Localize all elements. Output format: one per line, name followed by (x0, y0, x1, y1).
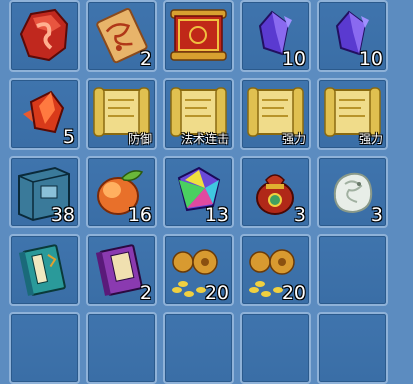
inventory-slot[interactable]: 5 (9, 78, 80, 150)
inventory-slot[interactable]: 2 (86, 0, 157, 72)
inventory-slot-empty[interactable] (240, 312, 311, 384)
item-count: 2 (139, 282, 152, 304)
inventory-slot[interactable] (163, 0, 234, 72)
inventory-slot[interactable]: 2 (86, 234, 157, 306)
inventory-slot[interactable]: 10 (240, 0, 311, 72)
item-count: 3 (293, 204, 306, 226)
item-count: 5 (62, 126, 75, 148)
item-count: 13 (204, 204, 229, 226)
item-count: 2 (139, 48, 152, 70)
inventory-slot[interactable]: 法术连击 (163, 78, 234, 150)
inventory-slot[interactable]: 20 (240, 234, 311, 306)
inventory-slot[interactable]: 强力 (240, 78, 311, 150)
item-count: 20 (204, 282, 229, 304)
inventory-slot-empty[interactable] (317, 234, 388, 306)
inventory-slot-empty[interactable] (163, 312, 234, 384)
item-tag: 强力 (281, 132, 306, 146)
golden-scroll-icon (170, 9, 227, 61)
inventory-slot[interactable] (9, 234, 80, 306)
item-tag: 强力 (358, 132, 383, 146)
item-count: 38 (50, 204, 75, 226)
inventory-slot[interactable]: 3 (240, 156, 311, 228)
item-count: 10 (281, 48, 306, 70)
inventory-slot-empty[interactable] (9, 312, 80, 384)
red-stone-icon (19, 8, 69, 62)
inventory-slot[interactable]: 13 (163, 156, 234, 228)
item-count: 10 (358, 48, 383, 70)
inventory-slot[interactable]: 强力 (317, 78, 388, 150)
inventory-slot[interactable]: 3 (317, 156, 388, 228)
inventory-slot[interactable]: 防御 (86, 78, 157, 150)
green-book-icon (18, 244, 66, 296)
inventory-slot[interactable]: 20 (163, 234, 234, 306)
inventory-slot-empty[interactable] (317, 312, 388, 384)
item-tag: 防御 (127, 132, 152, 146)
item-count: 3 (370, 204, 383, 226)
inventory-slot[interactable]: 10 (317, 0, 388, 72)
inventory-slot[interactable]: 38 (9, 156, 80, 228)
item-count: 16 (127, 204, 152, 226)
inventory-slot[interactable] (9, 0, 80, 72)
item-tag: 法术连击 (180, 132, 229, 146)
item-count: 20 (281, 282, 306, 304)
inventory-slot[interactable]: 16 (86, 156, 157, 228)
inventory-slot-empty[interactable] (86, 312, 157, 384)
inventory-grid: 2 10 10 5 防御 法术连击 强力 强力 38 16 13 3 3 2 2… (9, 0, 388, 384)
